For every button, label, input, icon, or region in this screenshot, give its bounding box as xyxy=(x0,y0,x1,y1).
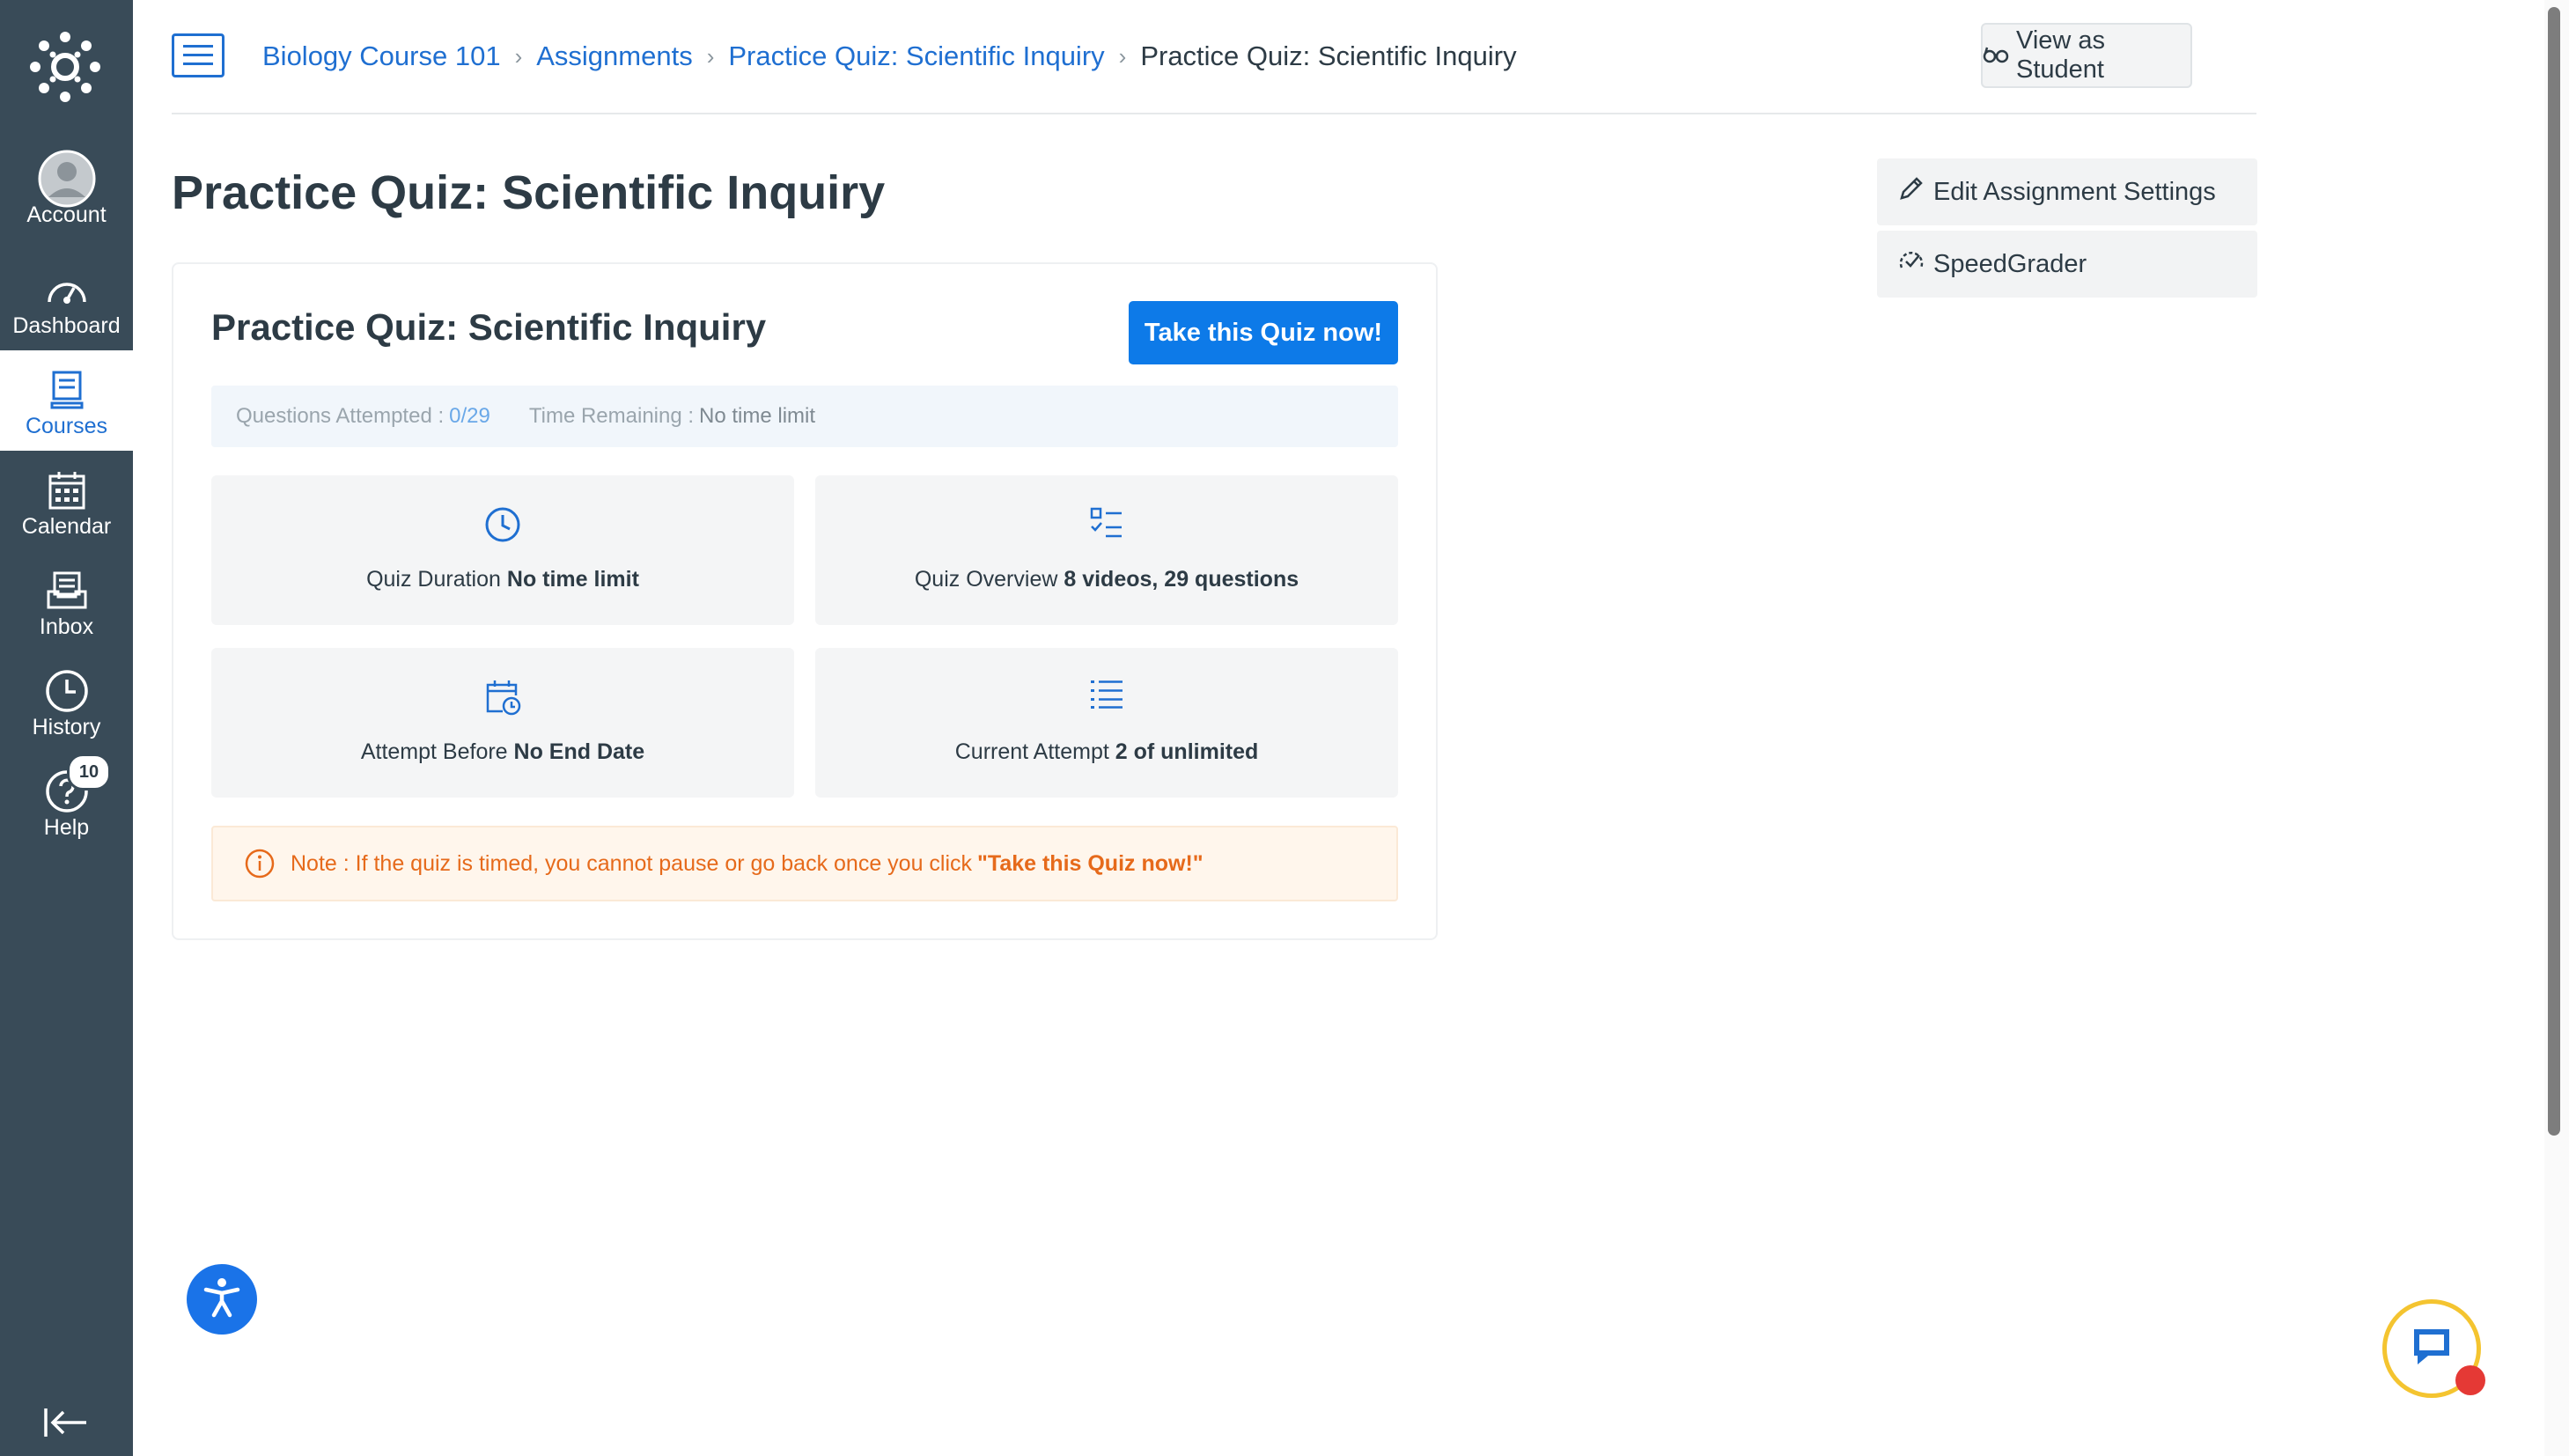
info-icon xyxy=(245,849,275,879)
nav-label-history: History xyxy=(32,715,101,739)
quiz-card: Practice Quiz: Scientific Inquiry Take t… xyxy=(172,262,1438,940)
canvas-logo-icon[interactable] xyxy=(30,32,100,102)
nav-label-calendar: Calendar xyxy=(21,514,112,539)
attempt-before-value: No End Date xyxy=(513,739,645,764)
chat-bubble-icon xyxy=(2407,1322,2456,1376)
page-title: Practice Quiz: Scientific Inquiry xyxy=(172,166,886,219)
breadcrumb: Biology Course 101 › Assignments › Pract… xyxy=(262,39,1517,74)
header-divider xyxy=(172,113,2256,114)
speedgrader-label: SpeedGrader xyxy=(1933,249,2087,278)
scrollbar-thumb[interactable] xyxy=(2548,7,2560,1136)
accessibility-button[interactable] xyxy=(187,1264,257,1335)
nav-item-courses[interactable]: Courses xyxy=(0,350,133,451)
quiz-title: Practice Quiz: Scientific Inquiry xyxy=(211,306,767,348)
breadcrumb-assignments[interactable]: Assignments xyxy=(536,40,692,72)
clock-icon xyxy=(211,505,794,546)
time-remaining-label: Time Remaining : xyxy=(528,404,695,428)
quiz-overview-value: 8 videos, 29 questions xyxy=(1064,567,1299,592)
current-attempt-tile: Current Attempt 2 of unlimited xyxy=(815,648,1398,798)
inbox-icon xyxy=(0,565,133,616)
help-badge: 10 xyxy=(67,754,111,791)
breadcrumb-separator-icon: › xyxy=(706,42,715,70)
pencil-icon xyxy=(1898,175,1925,209)
checklist-icon xyxy=(815,505,1398,546)
nav-item-calendar[interactable]: Calendar xyxy=(0,451,133,551)
speedgrader-icon xyxy=(1898,248,1925,280)
view-as-student-label: View as Student xyxy=(2016,26,2106,84)
edit-assignment-settings-button[interactable]: Edit Assignment Settings xyxy=(1877,158,2257,225)
take-quiz-button[interactable]: Take this Quiz now! xyxy=(1129,301,1398,364)
nav-item-account[interactable]: Account xyxy=(0,139,133,239)
edit-assignment-settings-label: Edit Assignment Settings xyxy=(1933,177,2216,206)
questions-attempted-label: Questions Attempted : xyxy=(236,404,445,428)
quiz-overview-tile: Quiz Overview 8 videos, 29 questions xyxy=(815,475,1398,625)
quiz-overview-label: Quiz Overview xyxy=(914,567,1058,592)
nav-label-inbox: Inbox xyxy=(39,614,94,639)
glasses-icon xyxy=(1983,41,2009,70)
history-icon xyxy=(0,665,133,717)
breadcrumb-course[interactable]: Biology Course 101 xyxy=(262,40,501,72)
current-attempt-label: Current Attempt xyxy=(954,739,1109,764)
speedgrader-button[interactable]: SpeedGrader xyxy=(1877,231,2257,298)
chat-notification-dot xyxy=(2455,1365,2485,1395)
nav-label-dashboard: Dashboard xyxy=(12,313,121,338)
breadcrumb-separator-icon: › xyxy=(1118,42,1127,70)
accessibility-icon xyxy=(199,1275,245,1325)
chat-widget-button[interactable] xyxy=(2382,1299,2485,1398)
quiz-status-bar: Questions Attempted : 0/29 Time Remainin… xyxy=(211,386,1398,447)
nav-item-inbox[interactable]: Inbox xyxy=(0,551,133,651)
breadcrumb-separator-icon: › xyxy=(514,42,523,70)
attempt-before-tile: Attempt Before No End Date xyxy=(211,648,794,798)
collapse-nav-icon[interactable] xyxy=(42,1405,90,1440)
quiz-note: Note : If the quiz is timed, you cannot … xyxy=(211,826,1398,901)
avatar-icon xyxy=(0,150,133,208)
attempt-before-label: Attempt Before xyxy=(360,739,508,764)
current-attempt-value: 2 of unlimited xyxy=(1115,739,1259,764)
nav-label-courses: Courses xyxy=(25,414,108,438)
nav-label-account: Account xyxy=(26,202,107,227)
nav-label-help: Help xyxy=(43,815,90,840)
nav-item-history[interactable]: History xyxy=(0,651,133,752)
list-icon xyxy=(815,678,1398,718)
breadcrumb-assignment[interactable]: Practice Quiz: Scientific Inquiry xyxy=(728,40,1104,72)
calendar-icon xyxy=(0,465,133,516)
quiz-note-text: Note : If the quiz is timed, you cannot … xyxy=(291,850,973,876)
quiz-duration-tile: Quiz Duration No time limit xyxy=(211,475,794,625)
nav-item-dashboard[interactable]: Dashboard xyxy=(0,250,133,350)
courses-icon xyxy=(0,364,133,415)
breadcrumb-current: Practice Quiz: Scientific Inquiry xyxy=(1140,40,1517,71)
quiz-duration-value: No time limit xyxy=(506,567,639,592)
questions-attempted-value: 0/29 xyxy=(449,404,490,428)
dashboard-icon xyxy=(0,264,133,315)
quiz-note-emphasis: "Take this Quiz now!" xyxy=(977,850,1204,876)
view-as-student-button[interactable]: View as Student xyxy=(1981,23,2192,88)
time-remaining-value: No time limit xyxy=(699,404,816,428)
course-menu-toggle-button[interactable] xyxy=(172,33,225,77)
calendar-clock-icon xyxy=(211,678,794,718)
quiz-duration-label: Quiz Duration xyxy=(366,567,501,592)
global-nav: Account Dashboard Courses Calendar Inbox… xyxy=(0,0,133,1456)
